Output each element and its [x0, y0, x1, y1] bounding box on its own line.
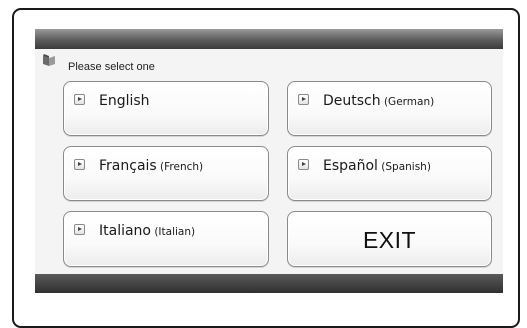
play-triangle-icon: [298, 159, 309, 170]
espanol-label: Español (Spanish): [323, 158, 431, 174]
play-triangle-icon: [298, 94, 309, 105]
italiano-button[interactable]: Italiano (Italian): [63, 211, 269, 267]
exit-label: EXIT: [362, 227, 417, 253]
francais-button[interactable]: Français (French): [63, 146, 269, 201]
deutsch-label: Deutsch (German): [323, 93, 435, 109]
bottom-bar: [35, 274, 503, 293]
book-icon: [43, 54, 55, 66]
top-bar: [35, 29, 503, 49]
play-triangle-icon: [74, 159, 85, 170]
play-triangle-icon: [74, 224, 85, 235]
language-select-screen: Please select one English Deutsch (Germa…: [35, 29, 503, 293]
francais-label: Français (French): [99, 158, 204, 174]
exit-button[interactable]: EXIT: [287, 211, 492, 267]
english-label: English: [99, 93, 150, 109]
play-triangle-icon: [74, 94, 85, 105]
english-button[interactable]: English: [63, 81, 269, 136]
espanol-button[interactable]: Español (Spanish): [287, 146, 492, 201]
deutsch-button[interactable]: Deutsch (German): [287, 81, 492, 136]
italiano-label: Italiano (Italian): [99, 223, 196, 239]
prompt-text: Please select one: [68, 61, 155, 73]
